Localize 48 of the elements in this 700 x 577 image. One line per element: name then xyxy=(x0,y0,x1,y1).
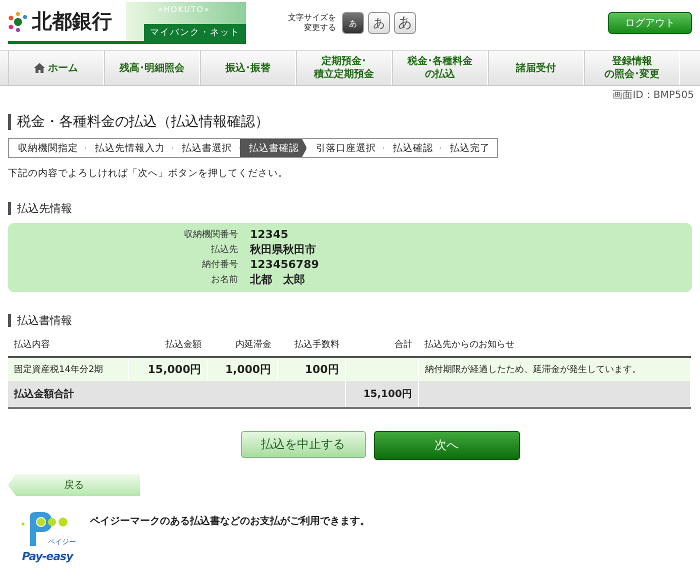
table-cell: 納付期限が経過したため、延滞金が発生しています。 xyxy=(418,357,690,381)
total-value: 15,100円 xyxy=(345,381,418,408)
nav-tab[interactable]: 振込･振替 xyxy=(200,51,296,85)
font-size-label: 文字サイズを変更する xyxy=(287,13,336,33)
logo-tagline: «HOKUTO» xyxy=(158,5,210,14)
dots-logo-icon xyxy=(8,12,28,32)
field-label: お名前 xyxy=(210,274,238,286)
font-size-button[interactable]: あ xyxy=(342,12,364,34)
service-name: マイバンク・ネット xyxy=(144,24,246,41)
logout-button[interactable]: ログアウト xyxy=(608,12,692,34)
table-cell: 15,000円 xyxy=(128,357,208,381)
table-cell: 固定資産税14年分2期 xyxy=(8,357,129,381)
home-icon xyxy=(34,63,45,73)
nav-tab[interactable]: 税金･各種料金 の払込 xyxy=(392,51,488,85)
field-label: 払込先 xyxy=(210,244,238,256)
progress-step: 払込先情報入力 xyxy=(86,139,173,157)
progress-step: 収納機関指定 xyxy=(9,139,86,157)
table-cell: 100円 xyxy=(278,357,346,381)
section-heading: 払込先情報 xyxy=(8,202,692,215)
back-button[interactable]: 戻る xyxy=(8,474,140,496)
payeasy-message: ペイジーマークのある払込書などのお支払がご利用できます。 xyxy=(90,514,370,529)
next-button[interactable]: 次へ xyxy=(374,431,520,460)
page-title: 税金・各種料金の払込（払込情報確認） xyxy=(8,114,692,130)
font-size-button[interactable]: あ xyxy=(368,12,390,34)
nav-tab[interactable]: 諸届受付 xyxy=(488,51,584,85)
logo-text: Pay-easy xyxy=(22,550,73,563)
cancel-button[interactable]: 払込を中止する xyxy=(240,431,366,458)
progress-step: 払込確認 xyxy=(384,139,441,157)
field-label: 収納機関番号 xyxy=(183,228,238,241)
section-heading: 払込書情報 xyxy=(8,314,692,327)
progress-step: 払込完了 xyxy=(441,139,497,157)
table-cell: 1,000円 xyxy=(208,357,278,381)
progress-step: 引落口座選択 xyxy=(307,139,384,157)
nav-tab[interactable]: 定期預金･ 積立定期預金 xyxy=(296,51,392,85)
screen-id: 画面ID：BMP505 xyxy=(612,89,695,102)
nav-tab[interactable]: 登録情報 の照会･変更 xyxy=(584,51,680,85)
font-size-button[interactable]: あ xyxy=(394,12,416,34)
nav-tab[interactable]: 残高･明細照会 xyxy=(104,51,200,85)
progress-step: 払込書確認 xyxy=(240,139,307,157)
field-value: 北都 太郎 xyxy=(250,272,306,287)
field-value: 123456789 xyxy=(250,258,320,271)
field-value: 12345 xyxy=(250,228,290,241)
instruction-text: 下記の内容でよろしければ「次へ」ボタンを押してください。 xyxy=(8,167,289,180)
total-label: 払込金額合計 xyxy=(8,381,346,408)
bank-name: 北都銀行 xyxy=(32,8,112,35)
field-value: 秋田県秋田市 xyxy=(250,242,317,257)
field-label: 納付番号 xyxy=(201,258,238,271)
nav-tab[interactable]: ホーム xyxy=(8,51,104,85)
